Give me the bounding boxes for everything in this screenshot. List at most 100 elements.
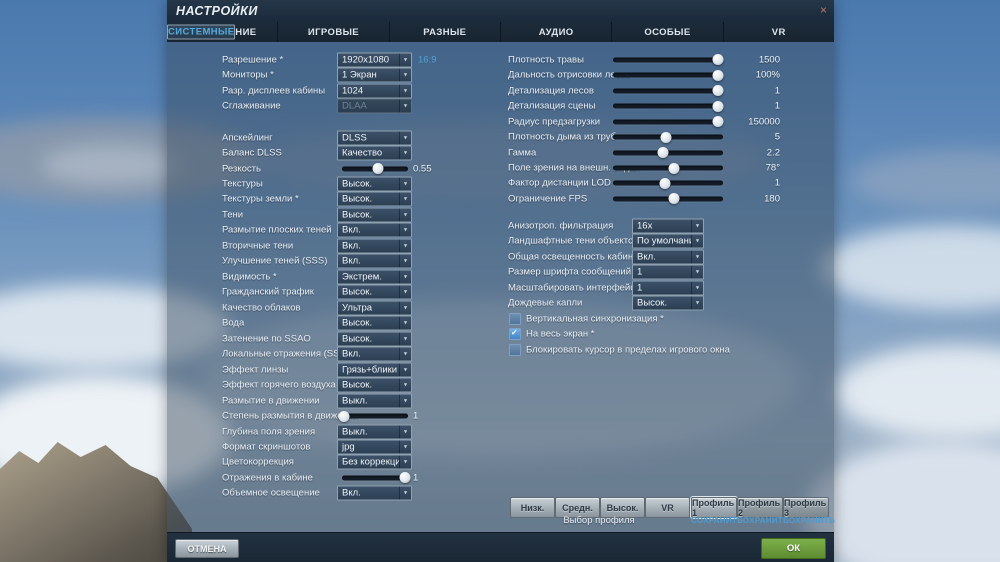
setting-select[interactable]: Высок. ▾ <box>337 284 412 300</box>
save-profile-link-0[interactable]: СОХРАНИТЬ <box>691 516 743 525</box>
slider-knob[interactable] <box>668 193 679 205</box>
setting-select[interactable]: Вкл. ▾ <box>632 249 704 265</box>
setting-select[interactable]: Высок. ▾ <box>337 377 412 393</box>
tab-6[interactable]: VR <box>723 22 834 42</box>
setting-select[interactable]: Без коррекции▾ <box>337 454 412 470</box>
slider-knob[interactable] <box>712 54 723 66</box>
slider-knob[interactable] <box>660 131 672 143</box>
settings-row: Масштабировать интерфейс * 1 ▾ <box>508 280 780 296</box>
tab-3[interactable]: РАЗНЫЕ <box>389 22 501 42</box>
setting-label: Эффект линзы <box>222 364 289 376</box>
setting-label: Сглаживание <box>222 100 281 112</box>
setting-select[interactable]: По умолчанию▾ <box>632 233 704 249</box>
setting-select[interactable]: Экстрем. ▾ <box>337 269 412 285</box>
select-value: Выкл. <box>342 426 368 438</box>
chevron-down-icon: ▾ <box>691 281 703 295</box>
slider-knob[interactable] <box>399 472 411 484</box>
chevron-down-icon: ▾ <box>399 285 411 299</box>
settings-row: Эффект линзы Грязь+блики ▾ <box>222 362 474 378</box>
ok-button[interactable]: ОК <box>761 538 826 559</box>
slider-knob[interactable] <box>712 85 723 97</box>
setting-select[interactable]: 1 Экран ▾ <box>337 67 412 83</box>
slider-track[interactable] <box>338 410 408 422</box>
setting-select[interactable]: Высок. ▾ <box>337 331 412 347</box>
setting-select[interactable]: Выкл. ▾ <box>337 393 412 409</box>
setting-select[interactable]: DLSS ▾ <box>337 130 412 146</box>
setting-select[interactable]: Вкл. ▾ <box>337 346 412 362</box>
tab-bar: СИСТЕМНЫЕУПРАВЛЕНИЕИГРОВЫЕРАЗНЫЕАУДИООСО… <box>167 22 834 42</box>
setting-select[interactable]: 16x ▾ <box>632 218 704 234</box>
setting-select[interactable]: 1 ▾ <box>632 264 704 280</box>
setting-select[interactable]: Высок. ▾ <box>337 191 412 207</box>
setting-label: Объемное освещение <box>222 487 320 499</box>
slider-track[interactable] <box>342 163 408 175</box>
settings-row: Локальные отражения (SSLR) Вкл. ▾ <box>222 346 474 362</box>
slider-knob[interactable] <box>338 410 350 422</box>
setting-select[interactable]: Ультра ▾ <box>337 300 412 316</box>
slider-track[interactable] <box>613 100 723 112</box>
save-profile-link-2[interactable]: СОХРАНИТЬ <box>783 516 835 525</box>
setting-select[interactable]: Вкл. ▾ <box>337 485 412 501</box>
tab-5[interactable]: ОСОБЫЕ <box>612 22 724 42</box>
checkbox[interactable] <box>509 343 521 356</box>
setting-select[interactable]: Высок. ▾ <box>632 295 704 311</box>
profile-button-2[interactable]: Профиль 3 <box>783 497 829 518</box>
setting-select[interactable]: Вкл. ▾ <box>337 222 412 238</box>
tab-4[interactable]: АУДИО <box>500 22 613 42</box>
setting-label: Затенение по SSAO <box>222 333 311 345</box>
close-icon[interactable]: × <box>820 3 827 17</box>
setting-select[interactable]: Грязь+блики ▾ <box>337 362 412 378</box>
slider-track[interactable] <box>613 54 723 66</box>
select-value: Грязь+блики <box>342 364 398 376</box>
setting-select[interactable]: 1920x1080 ▾ <box>337 52 412 68</box>
tab-2[interactable]: ИГРОВЫЕ <box>278 22 390 42</box>
setting-slider <box>613 193 723 205</box>
checkbox[interactable] <box>509 328 521 341</box>
select-value: Вкл. <box>342 255 361 267</box>
slider-knob[interactable] <box>712 69 723 81</box>
tab-0[interactable]: СИСТЕМНЫЕ <box>167 24 236 40</box>
settings-row: Поле зрения на внешн. видах 78° <box>508 160 780 175</box>
cancel-button[interactable]: ОТМЕНА <box>175 539 239 558</box>
settings-row: Тени Высок. ▾ <box>222 207 474 223</box>
slider-knob[interactable] <box>668 162 679 174</box>
setting-select[interactable]: DLAA ▾ <box>337 98 412 114</box>
setting-select[interactable]: Выкл. ▾ <box>337 424 412 440</box>
setting-select[interactable]: 1 ▾ <box>632 280 704 296</box>
slider-track[interactable] <box>613 177 723 189</box>
chevron-down-icon: ▾ <box>399 332 411 346</box>
slider-knob[interactable] <box>712 100 723 112</box>
setting-select[interactable]: Вкл. ▾ <box>337 253 412 269</box>
slider-knob[interactable] <box>712 116 723 128</box>
profile-button-0[interactable]: Профиль 1 <box>691 497 737 518</box>
slider-knob[interactable] <box>657 147 668 159</box>
slider-track[interactable] <box>613 131 723 143</box>
chevron-down-icon: ▾ <box>399 84 411 98</box>
settings-row: Радиус предзагрузки 150000 <box>508 114 780 129</box>
slider-knob[interactable] <box>659 177 671 189</box>
setting-label: Размытие в движении <box>222 395 320 407</box>
slider-knob[interactable] <box>372 163 384 175</box>
setting-select[interactable]: Высок. ▾ <box>337 207 412 223</box>
settings-row: Разр. дисплеев кабины 1024 ▾ <box>222 83 474 99</box>
setting-select[interactable]: Высок. ▾ <box>337 176 412 192</box>
slider-track[interactable] <box>613 147 723 159</box>
setting-select[interactable]: 1024 ▾ <box>337 83 412 99</box>
slider-track[interactable] <box>613 193 723 205</box>
slider-track[interactable] <box>342 472 411 484</box>
slider-track[interactable] <box>613 162 723 174</box>
slider-track[interactable] <box>613 85 723 97</box>
select-value: DLSS <box>342 132 367 144</box>
setting-select[interactable]: Вкл. ▾ <box>337 238 412 254</box>
setting-select[interactable]: jpg ▾ <box>337 439 412 455</box>
checkbox[interactable] <box>509 312 521 325</box>
save-profile-link-1[interactable]: СОХРАНИТЬ <box>737 516 789 525</box>
setting-select[interactable]: Качество ▾ <box>337 145 412 161</box>
select-value: Экстрем. <box>342 271 382 283</box>
slider-track[interactable] <box>613 116 723 128</box>
profile-button-1[interactable]: Профиль 2 <box>737 497 783 518</box>
cloud <box>820 225 1000 310</box>
setting-select[interactable]: Высок. ▾ <box>337 315 412 331</box>
slider-track[interactable] <box>613 69 723 81</box>
setting-label: Ландшафтные тени объектов <box>508 235 639 247</box>
